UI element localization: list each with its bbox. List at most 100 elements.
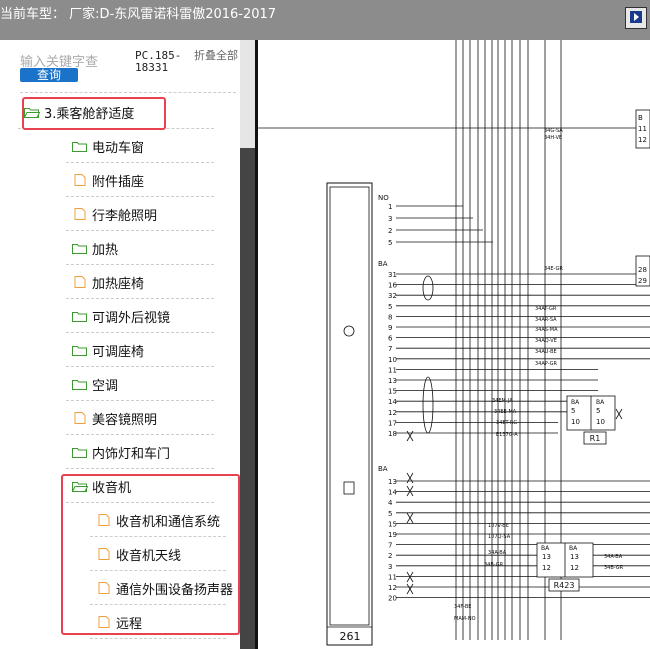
pin-number: 12 bbox=[638, 136, 647, 144]
tree-item[interactable]: 美容镜照明 bbox=[66, 402, 214, 435]
pin-number: 3 bbox=[388, 563, 392, 571]
file-icon bbox=[72, 208, 92, 220]
pin-number: 5 bbox=[388, 510, 392, 518]
tree-item-label: 美容镜照明 bbox=[92, 412, 158, 428]
pc-code: PC.185-18331 bbox=[135, 49, 182, 74]
component-261-label: 261 bbox=[340, 630, 361, 643]
tree-item-label: 加热 bbox=[92, 242, 119, 258]
wiring-diagram-canvas: 261NOBABA1325311632589671011131514121718… bbox=[258, 40, 650, 646]
wire-label: 34AQ-VE bbox=[535, 338, 557, 344]
pin-number: 11 bbox=[638, 125, 647, 133]
pin-number: 4 bbox=[388, 499, 393, 507]
wire-label: 34AR-SA bbox=[535, 317, 557, 323]
pin-number: 8 bbox=[388, 313, 392, 321]
sidebar-scrollbar[interactable] bbox=[240, 40, 255, 649]
wire-label: 34AT-GR bbox=[535, 306, 557, 312]
pin-number: 11 bbox=[388, 366, 397, 374]
fuse-symbol bbox=[615, 408, 623, 420]
relay-pin-label: BA bbox=[596, 399, 605, 406]
wire-label: 34AS-MA bbox=[535, 327, 558, 333]
wire-label: 34ET-RG bbox=[496, 420, 517, 426]
relay-pin-label: BA bbox=[541, 545, 550, 552]
panel-toggle-icon bbox=[630, 11, 642, 23]
wire-label: 34A-BA bbox=[604, 554, 623, 560]
fuse-symbol bbox=[406, 512, 414, 524]
pin-number: 6 bbox=[388, 335, 393, 343]
pin-number: 32 bbox=[388, 292, 397, 300]
tree-item[interactable]: 电动车窗 bbox=[66, 130, 214, 163]
tree-item[interactable]: 加热座椅 bbox=[66, 266, 214, 299]
pin-number: 14 bbox=[388, 398, 397, 406]
pin-number: 19 bbox=[388, 531, 397, 539]
relay-r1-label: R1 bbox=[590, 434, 601, 443]
twisted-pair-symbol bbox=[422, 376, 434, 434]
relay-r423-label: R423 bbox=[554, 581, 575, 590]
header-divider bbox=[20, 92, 236, 93]
tree-item-label: 附件插座 bbox=[92, 174, 145, 190]
wire-label: 34B-GR bbox=[604, 565, 624, 571]
fuse-symbol bbox=[406, 485, 414, 497]
tree-item-label: 空调 bbox=[92, 378, 119, 394]
relay-pin-label: BA bbox=[569, 545, 578, 552]
tree-item[interactable]: 加热 bbox=[66, 232, 214, 265]
fuse-symbol bbox=[406, 430, 414, 442]
pin-number: 16 bbox=[388, 282, 397, 290]
wire-label: 34A-BA bbox=[488, 550, 507, 556]
pin-number: 7 bbox=[388, 345, 392, 353]
fuse-symbol bbox=[406, 583, 414, 595]
relay-pin-label: 12 bbox=[542, 564, 551, 572]
pin-number: 12 bbox=[388, 409, 397, 417]
folder-icon bbox=[72, 446, 92, 458]
pin-number: 2 bbox=[388, 552, 392, 560]
tree-item-label: 电动车窗 bbox=[92, 140, 145, 156]
pin-number: 31 bbox=[388, 271, 397, 279]
pin-number: 12 bbox=[388, 584, 397, 592]
search-button[interactable]: 查询 bbox=[20, 68, 78, 82]
wiring-diagram[interactable]: 261 NO BA BA 1 3 2 5 31 16 32 5 8 9 6 7 10 11 13 15 14 12 17 18… bbox=[258, 40, 650, 649]
pin-number: 10 bbox=[388, 356, 397, 364]
wire-label: 34B-GR bbox=[484, 562, 504, 568]
tree-item[interactable]: 空调 bbox=[66, 368, 214, 401]
relay-pin-label: 13 bbox=[542, 553, 551, 561]
scrollbar-thumb[interactable] bbox=[240, 148, 255, 649]
wire-label: 34AU-BE bbox=[535, 349, 557, 355]
relay-pin-label: 12 bbox=[570, 564, 579, 572]
twisted-pair-symbol bbox=[422, 275, 434, 301]
relay-pin-label: 13 bbox=[570, 553, 579, 561]
tree-item[interactable]: 内饰灯和车门 bbox=[66, 436, 214, 469]
relay-pin-label: 5 bbox=[571, 407, 575, 415]
wire-label: 34AP-GR bbox=[535, 361, 558, 367]
tree-item-label: 加热座椅 bbox=[92, 276, 145, 292]
tree-item[interactable]: 可调座椅 bbox=[66, 334, 214, 367]
tree-item[interactable]: 附件插座 bbox=[66, 164, 214, 197]
pin-number: 5 bbox=[388, 303, 392, 311]
highlight-box-category bbox=[22, 97, 166, 130]
tree-item[interactable]: 行李舱照明 bbox=[66, 198, 214, 231]
collapse-all-button[interactable]: 折叠全部 bbox=[194, 50, 238, 62]
tree-item-label: 可调外后视镜 bbox=[92, 310, 171, 326]
wire-label: 107V-BE bbox=[488, 523, 509, 529]
pin-number: 15 bbox=[388, 388, 397, 396]
toggle-panel-button[interactable] bbox=[625, 7, 647, 29]
fuse-symbol bbox=[406, 472, 414, 484]
highlight-box-radio bbox=[61, 474, 240, 635]
fuse-symbol bbox=[406, 571, 414, 583]
pin-number: 28 bbox=[638, 266, 647, 274]
pin-number: 17 bbox=[388, 419, 397, 427]
connector-no-label: NO bbox=[378, 194, 389, 202]
wire-label: 107Q-SA bbox=[488, 534, 511, 540]
tree-item-label: 行李舱照明 bbox=[92, 208, 158, 224]
connector-ba-label: BA bbox=[378, 260, 388, 268]
pin-number: 20 bbox=[388, 595, 397, 603]
component-261-inner bbox=[329, 186, 370, 626]
pin-number: B bbox=[638, 114, 643, 122]
pin-number: 1 bbox=[388, 203, 392, 211]
file-icon bbox=[72, 276, 92, 288]
relay-pin-label: 5 bbox=[596, 407, 600, 415]
pin-number: 3 bbox=[388, 215, 392, 223]
tree-item-label: 内饰灯和车门 bbox=[92, 446, 171, 462]
pin-number: 29 bbox=[638, 277, 647, 285]
tree-item[interactable]: 可调外后视镜 bbox=[66, 300, 214, 333]
wire-label: 34G-SA bbox=[544, 128, 563, 134]
window-title: 当前车型： 厂家:D-东风雷诺科雷傲2016-2017 bbox=[0, 7, 277, 22]
